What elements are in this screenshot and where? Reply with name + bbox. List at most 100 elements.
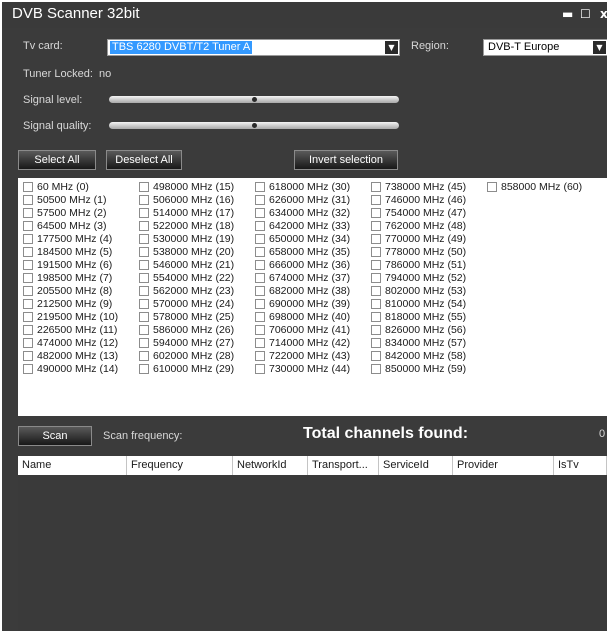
region-value: DVB-T Europe xyxy=(488,41,560,53)
frequency-checkbox[interactable] xyxy=(139,325,149,335)
frequency-checkbox[interactable] xyxy=(371,338,381,348)
frequency-checkbox[interactable] xyxy=(139,260,149,270)
frequency-checkbox[interactable] xyxy=(255,182,265,192)
frequency-label: 538000 MHz (20) xyxy=(153,246,235,258)
frequency-checkbox[interactable] xyxy=(23,338,33,348)
frequency-checkbox[interactable] xyxy=(371,299,381,309)
frequency-checkbox[interactable] xyxy=(23,312,33,322)
frequency-label: 602000 MHz (28) xyxy=(153,350,235,362)
column-header-frequency[interactable]: Frequency xyxy=(127,456,233,475)
frequency-checkbox[interactable] xyxy=(371,351,381,361)
frequency-checkbox[interactable] xyxy=(255,351,265,361)
column-header-provider[interactable]: Provider xyxy=(453,456,554,475)
frequency-checkbox[interactable] xyxy=(23,234,33,244)
frequency-checkbox[interactable] xyxy=(255,364,265,374)
frequency-checkbox[interactable] xyxy=(23,273,33,283)
frequency-checkbox[interactable] xyxy=(255,234,265,244)
frequency-checkbox[interactable] xyxy=(487,182,497,192)
frequency-checkbox[interactable] xyxy=(23,247,33,257)
frequency-label: 842000 MHz (58) xyxy=(385,350,467,362)
frequency-checkbox[interactable] xyxy=(371,221,381,231)
deselect-all-button[interactable]: Deselect All xyxy=(106,150,182,170)
frequency-checkbox[interactable] xyxy=(255,273,265,283)
frequency-checkbox[interactable] xyxy=(23,299,33,309)
frequency-label: 794000 MHz (52) xyxy=(385,272,467,284)
frequency-checkbox[interactable] xyxy=(23,351,33,361)
frequency-checkbox[interactable] xyxy=(23,325,33,335)
frequency-checkbox[interactable] xyxy=(255,208,265,218)
frequency-checkbox[interactable] xyxy=(139,221,149,231)
frequency-checkbox[interactable] xyxy=(23,364,33,374)
tuner-locked-label: Tuner Locked: xyxy=(23,68,93,80)
frequency-checkbox[interactable] xyxy=(371,195,381,205)
column-header-serviceid[interactable]: ServiceId xyxy=(379,456,453,475)
frequency-checkbox[interactable] xyxy=(255,299,265,309)
tuner-locked-value: no xyxy=(99,68,112,80)
frequency-checkbox[interactable] xyxy=(139,312,149,322)
tv-card-label: Tv card: xyxy=(23,40,63,52)
frequency-checkbox[interactable] xyxy=(255,221,265,231)
frequency-label: 618000 MHz (30) xyxy=(269,181,351,193)
frequency-checkbox[interactable] xyxy=(371,208,381,218)
frequency-label: 506000 MHz (16) xyxy=(153,194,235,206)
frequency-checkbox[interactable] xyxy=(139,286,149,296)
frequency-label: 562000 MHz (23) xyxy=(153,285,235,297)
frequency-checkbox[interactable] xyxy=(139,364,149,374)
column-header-networkid[interactable]: NetworkId xyxy=(233,456,308,475)
select-all-button[interactable]: Select All xyxy=(18,150,96,170)
frequency-checkbox[interactable] xyxy=(139,247,149,257)
frequency-checkbox[interactable] xyxy=(139,299,149,309)
frequency-checkbox[interactable] xyxy=(23,208,33,218)
minimize-icon[interactable]: ▬ xyxy=(562,7,573,21)
frequency-checkbox[interactable] xyxy=(255,247,265,257)
region-select[interactable]: DVB-T Europe ▼ xyxy=(483,39,607,56)
maximize-icon[interactable]: ☐ xyxy=(580,7,591,21)
frequency-checkbox[interactable] xyxy=(23,182,33,192)
column-header-transport[interactable]: Transport... xyxy=(308,456,379,475)
frequency-checkbox[interactable] xyxy=(139,195,149,205)
frequency-checkbox[interactable] xyxy=(371,182,381,192)
frequency-checkbox[interactable] xyxy=(371,234,381,244)
frequency-checkbox[interactable] xyxy=(371,286,381,296)
frequency-checkbox[interactable] xyxy=(139,351,149,361)
frequency-checkbox[interactable] xyxy=(255,286,265,296)
title-bar[interactable]: DVB Scanner 32bit ▬ ☐ x xyxy=(2,2,607,28)
frequency-checkbox[interactable] xyxy=(371,312,381,322)
scan-button[interactable]: Scan xyxy=(18,426,92,446)
frequency-checkbox[interactable] xyxy=(371,260,381,270)
column-header-istv[interactable]: IsTv xyxy=(554,456,607,475)
chevron-down-icon[interactable]: ▼ xyxy=(593,41,606,54)
frequency-checkbox[interactable] xyxy=(139,273,149,283)
column-header-name[interactable]: Name xyxy=(18,456,127,475)
frequency-checkbox[interactable] xyxy=(23,221,33,231)
signal-level-label: Signal level: xyxy=(23,94,83,106)
frequency-checkbox[interactable] xyxy=(371,273,381,283)
frequency-checkbox[interactable] xyxy=(255,260,265,270)
frequency-checkbox[interactable] xyxy=(23,260,33,270)
frequency-checkbox[interactable] xyxy=(255,195,265,205)
frequency-checkbox[interactable] xyxy=(139,338,149,348)
frequency-label: 786000 MHz (51) xyxy=(385,259,467,271)
close-icon[interactable]: x xyxy=(600,7,607,21)
frequency-checkbox[interactable] xyxy=(255,338,265,348)
frequency-checkbox[interactable] xyxy=(23,195,33,205)
frequency-checkbox[interactable] xyxy=(23,286,33,296)
chevron-down-icon[interactable]: ▼ xyxy=(385,41,398,54)
frequency-checkbox[interactable] xyxy=(255,325,265,335)
frequency-checkbox[interactable] xyxy=(139,234,149,244)
frequency-checkbox[interactable] xyxy=(139,182,149,192)
frequency-checkbox[interactable] xyxy=(139,208,149,218)
channels-table[interactable]: Name Frequency NetworkId Transport... Servic… xyxy=(18,456,607,631)
frequency-label: 514000 MHz (17) xyxy=(153,207,235,219)
frequency-checkbox[interactable] xyxy=(255,312,265,322)
total-channels-label: Total channels found: xyxy=(303,425,469,442)
frequency-label: 530000 MHz (19) xyxy=(153,233,235,245)
signal-level-bar xyxy=(109,96,399,103)
tv-card-select[interactable]: TBS 6280 DVBT/T2 Tuner A ▼ xyxy=(107,39,400,56)
frequency-label: 490000 MHz (14) xyxy=(37,363,119,375)
frequency-checkbox[interactable] xyxy=(371,364,381,374)
invert-selection-button[interactable]: Invert selection xyxy=(294,150,398,170)
frequency-checkbox[interactable] xyxy=(371,247,381,257)
frequency-checkbox[interactable] xyxy=(371,325,381,335)
frequency-label: 754000 MHz (47) xyxy=(385,207,467,219)
